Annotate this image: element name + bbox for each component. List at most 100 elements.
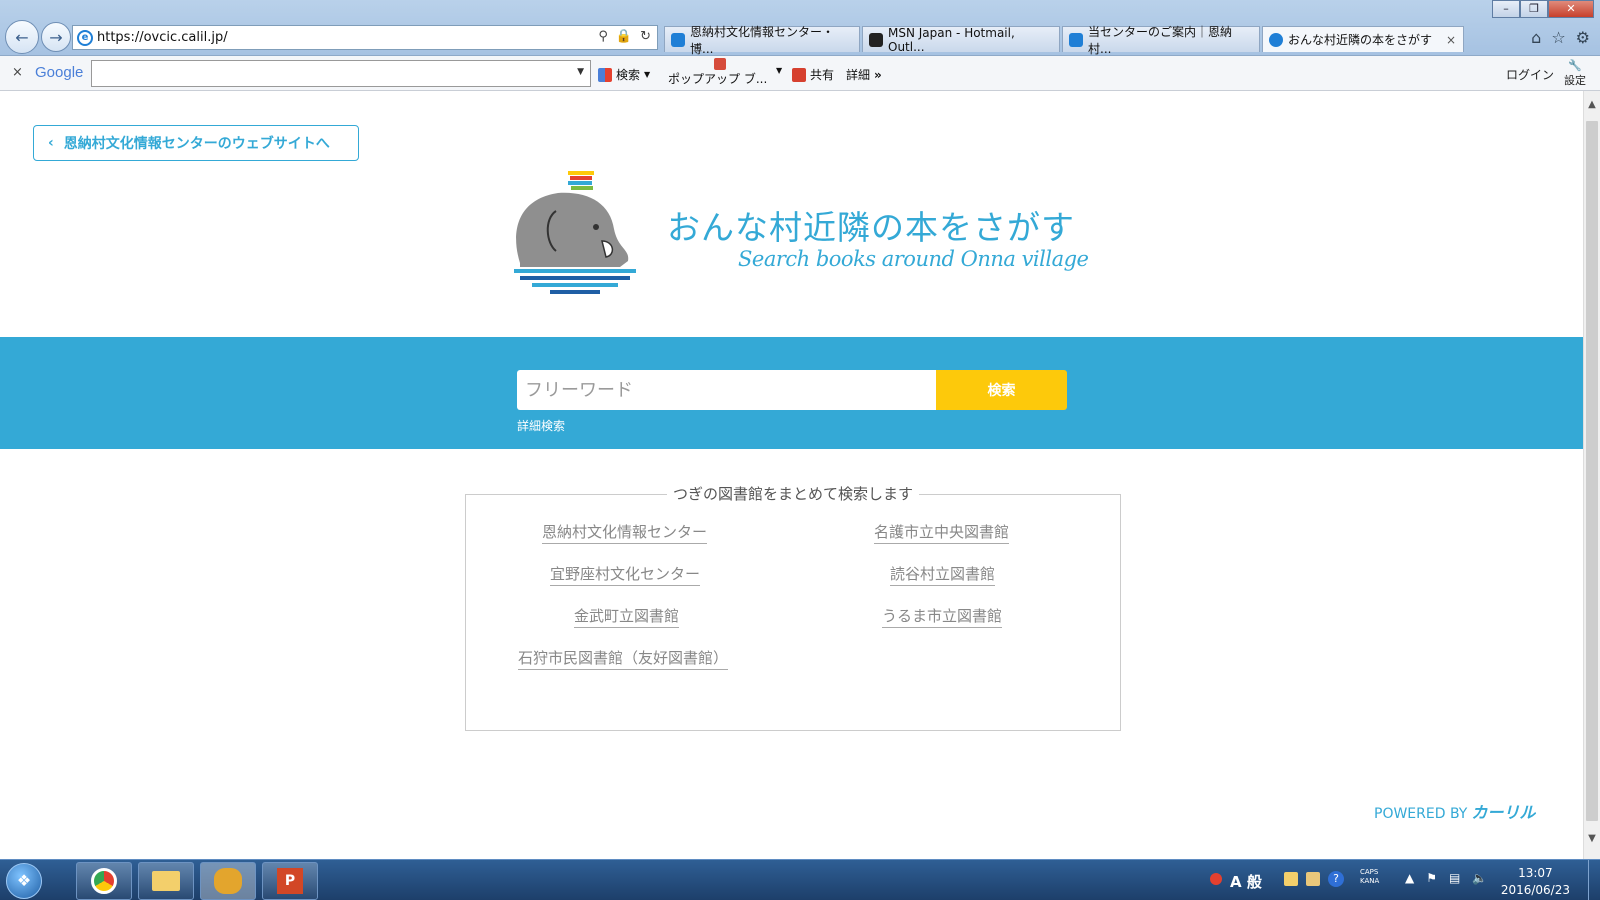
show-hidden-icons-icon[interactable]: ▲	[1405, 871, 1414, 885]
address-url[interactable]: https://ovcic.calil.jp/	[97, 30, 228, 45]
calil-logo: カーリル	[1471, 803, 1536, 822]
clock-time: 13:07	[1518, 866, 1553, 880]
login-button[interactable]: ログイン	[1506, 66, 1554, 83]
powered-by-label: POWERED BY	[1374, 806, 1468, 822]
chrome-taskbar-icon[interactable]	[76, 862, 132, 900]
app-icon	[214, 868, 242, 894]
popup-blocker-label: ポップアップ ブ...	[668, 72, 768, 86]
caps-label: CAPS	[1360, 868, 1379, 876]
tab-favicon-icon	[1069, 32, 1083, 47]
library-link-onna[interactable]: 恩納村文化情報センター	[542, 521, 708, 544]
elephant-eye	[593, 224, 599, 230]
scroll-down-icon[interactable]: ▼	[1584, 833, 1600, 849]
toolbar-settings-button[interactable]: 🔧 設定	[1564, 58, 1586, 88]
chevron-down-icon[interactable]: ▼	[776, 66, 782, 75]
ie-favicon-icon: e	[77, 29, 93, 46]
tab-label: MSN Japan - Hotmail, Outl...	[888, 25, 1015, 54]
tab-favicon-icon	[671, 32, 685, 47]
library-list-caption: つぎの図書館をまとめて検索します	[666, 485, 919, 503]
back-to-website-link[interactable]: ‹ 恩納村文化情報センターのウェブサイトへ	[33, 125, 359, 161]
scroll-thumb[interactable]	[1586, 121, 1598, 821]
details-label: 詳細	[846, 68, 871, 82]
refresh-icon[interactable]: ↻	[640, 29, 651, 44]
wrench-icon: 🔧	[1568, 59, 1582, 72]
clock-date: 2016/06/23	[1500, 883, 1570, 897]
google-search-input[interactable]: ▼	[91, 60, 591, 87]
window-close-button[interactable]: ✕	[1548, 0, 1594, 18]
windows-taskbar: ❖ P A 般 ? CAPS KANA ▲ ⚑ ▤ 🔈 13:07 2016/0…	[0, 859, 1600, 900]
google-search-label: 検索	[616, 68, 641, 82]
library-link-ishikari[interactable]: 石狩市民図書館（友好図書館）	[518, 647, 729, 670]
kana-label: KANA	[1360, 877, 1380, 885]
google-toolbar: × Google ▼ 検索 ▼ ポップアップ ブ... ▼ 共有 詳細 » ログ…	[0, 56, 1600, 91]
more-chevron-icon: »	[874, 67, 882, 82]
volume-muted-icon[interactable]: 🔈	[1472, 871, 1487, 885]
search-input[interactable]	[517, 370, 936, 410]
library-link-kin[interactable]: 金武町立図書館	[574, 605, 680, 628]
wave-line	[520, 276, 630, 280]
search-icon[interactable]: ⚲	[598, 29, 608, 44]
vertical-scrollbar[interactable]: ▲ ▼	[1583, 91, 1600, 859]
notification-icon[interactable]	[1210, 873, 1222, 885]
page-viewport: ‹ 恩納村文化情報センターのウェブサイトへ おんな村近隣の本をさがす Searc…	[0, 91, 1583, 859]
chevron-down-icon[interactable]: ▼	[644, 70, 650, 79]
wave-line	[550, 290, 600, 294]
chevron-left-icon: ‹	[48, 135, 54, 151]
folder-icon	[152, 871, 180, 891]
book-blue	[568, 181, 592, 185]
browser-taskbar-icon[interactable]	[200, 862, 256, 900]
powerpoint-taskbar-icon[interactable]: P	[262, 862, 318, 900]
start-button[interactable]: ❖	[6, 863, 42, 899]
tab-close-icon[interactable]: ×	[1446, 33, 1456, 47]
tab-search-books[interactable]: おんな村近隣の本をさがす ×	[1262, 26, 1464, 52]
flag-icon[interactable]: ⚑	[1426, 871, 1437, 885]
back-arrow-icon[interactable]: ←	[5, 20, 39, 54]
google-search-button[interactable]: 検索 ▼	[598, 66, 650, 83]
tab-center-info[interactable]: 当センターのご案内｜恩納村...	[1062, 25, 1260, 56]
chevron-down-icon[interactable]: ▼	[577, 67, 584, 77]
search-band: 検索 詳細検索	[0, 337, 1583, 449]
home-icon[interactable]: ⌂	[1531, 28, 1541, 47]
taskbar-clock[interactable]: 13:07 2016/06/23	[1501, 865, 1570, 899]
favorites-star-icon[interactable]: ☆	[1551, 28, 1565, 47]
powered-by-calil-link[interactable]: POWERED BY カーリル	[1374, 799, 1535, 823]
popup-blocker-button[interactable]: ポップアップ ブ...	[668, 58, 767, 87]
system-tray: A 般 ? CAPS KANA ▲ ⚑ ▤ 🔈 13:07 2016/06/23	[1200, 860, 1600, 900]
ime-mode-indicator[interactable]: A 般	[1230, 871, 1262, 892]
browser-titlebar: ← → e https://ovcic.calil.jp/ ⚲ 🔒 ↻ 恩納村文…	[0, 0, 1600, 56]
show-desktop-button[interactable]	[1588, 860, 1600, 900]
network-icon[interactable]: ▤	[1449, 871, 1460, 885]
caps-kana-indicator: CAPS KANA	[1360, 868, 1379, 886]
share-button[interactable]: 共有	[792, 66, 834, 83]
minimize-button[interactable]: –	[1492, 0, 1520, 18]
tab-msn[interactable]: MSN Japan - Hotmail, Outl...	[862, 25, 1060, 54]
tab-label: おんな村近隣の本をさがす	[1288, 33, 1433, 47]
toolbar-close-icon[interactable]: ×	[12, 65, 23, 80]
ie-favicon-icon	[1269, 32, 1283, 47]
address-bar[interactable]: e https://ovcic.calil.jp/ ⚲ 🔒 ↻	[72, 25, 658, 50]
powerpoint-icon: P	[277, 868, 303, 894]
ime-tool-icon[interactable]	[1284, 872, 1298, 886]
wave-line	[532, 283, 618, 287]
advanced-search-link[interactable]: 詳細検索	[517, 417, 565, 434]
forward-arrow-icon[interactable]: →	[41, 22, 71, 52]
search-button[interactable]: 検索	[936, 370, 1067, 410]
restore-button[interactable]: ❐	[1520, 0, 1548, 18]
details-button[interactable]: 詳細 »	[846, 66, 882, 83]
ime-dictionary-icon[interactable]	[1306, 872, 1320, 886]
elephant-logo	[514, 171, 636, 294]
chrome-icon	[91, 868, 117, 894]
help-icon[interactable]: ?	[1328, 871, 1344, 887]
library-link-ginoza[interactable]: 宜野座村文化センター	[550, 563, 701, 586]
popup-menu-dropdown[interactable]: ▼	[776, 66, 782, 75]
gear-icon[interactable]: ⚙	[1576, 28, 1590, 47]
scroll-up-icon[interactable]: ▲	[1584, 99, 1600, 115]
tab-onna-center[interactable]: 恩納村文化情報センター・博...	[664, 25, 860, 56]
back-link-label: 恩納村文化情報センターのウェブサイトへ	[63, 136, 330, 152]
library-link-yomitan[interactable]: 読谷村立図書館	[890, 563, 996, 586]
library-link-uruma[interactable]: うるま市立図書館	[882, 605, 1003, 628]
share-label: 共有	[810, 68, 835, 82]
lock-icon[interactable]: 🔒	[616, 29, 632, 44]
explorer-taskbar-icon[interactable]	[138, 862, 194, 900]
library-link-nago[interactable]: 名護市立中央図書館	[874, 521, 1010, 544]
